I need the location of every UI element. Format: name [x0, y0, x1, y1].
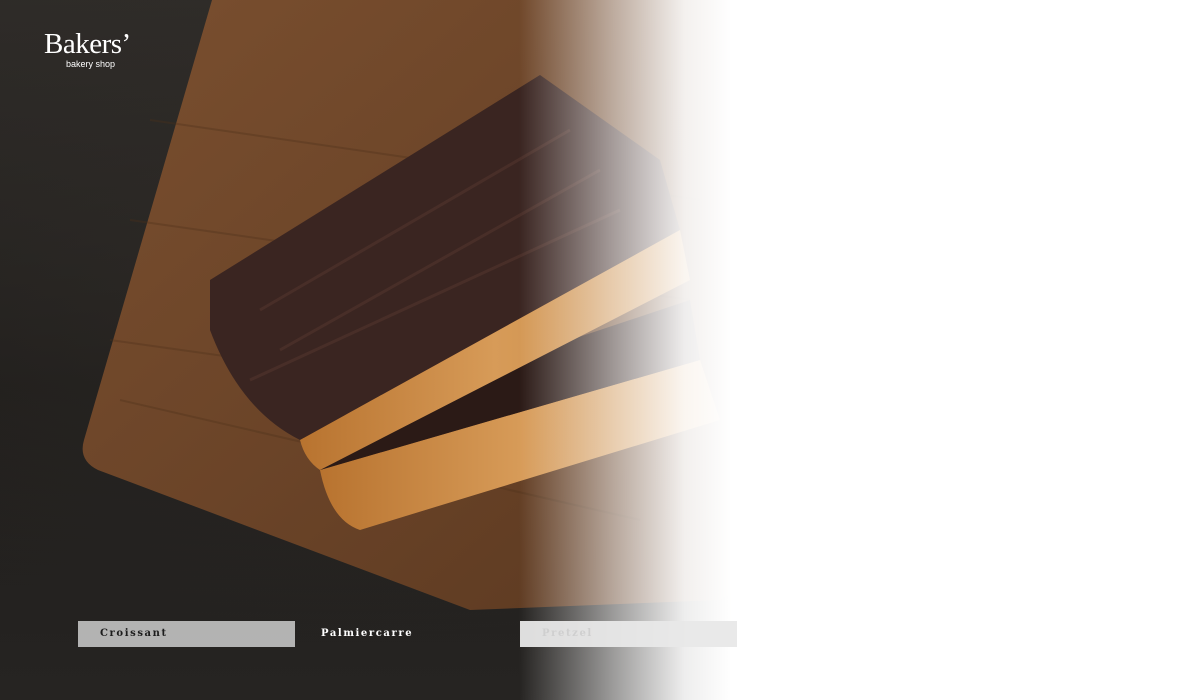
tab-pretzel[interactable]: Pretzel	[520, 621, 737, 647]
white-fade-overlay	[0, 0, 1180, 700]
brand-logo[interactable]: Bakers’ bakery shop	[44, 28, 134, 69]
brand-name: Bakers’	[44, 28, 131, 60]
tab-croissant[interactable]: Croissant	[78, 621, 295, 647]
brand-tagline: bakery shop	[66, 59, 116, 69]
hero-background	[0, 0, 1180, 700]
tab-palmiercarre[interactable]: Palmiercarre	[299, 621, 516, 647]
